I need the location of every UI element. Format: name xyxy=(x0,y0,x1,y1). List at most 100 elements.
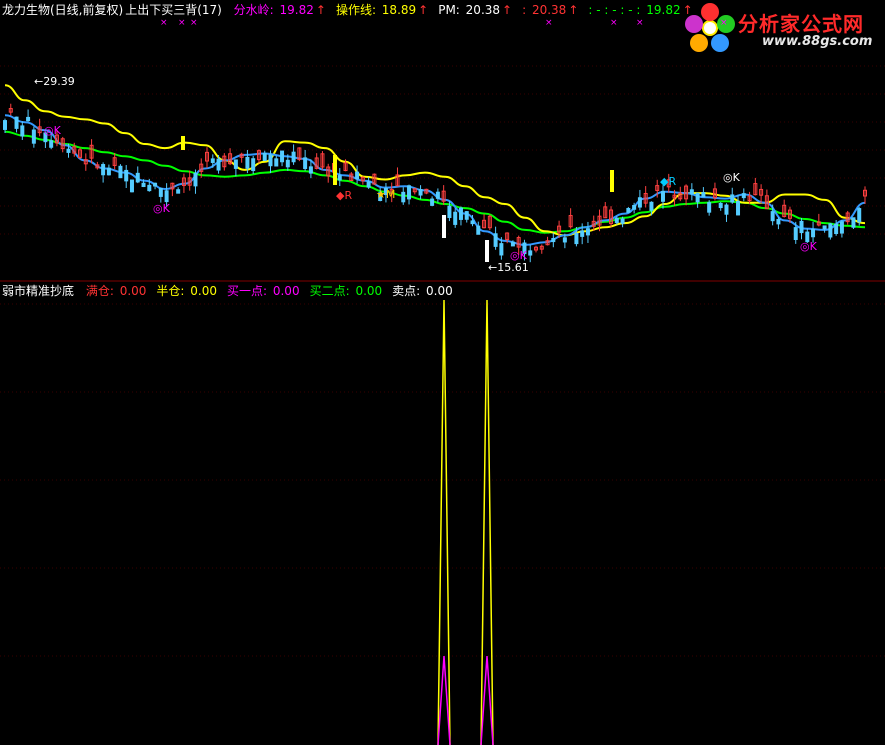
candle-body xyxy=(453,211,458,225)
candle-body xyxy=(551,238,556,243)
candle-body xyxy=(776,218,781,225)
candle-body xyxy=(637,197,642,208)
candle-body xyxy=(493,233,498,247)
candle-body xyxy=(233,159,238,169)
candle-body xyxy=(210,158,215,163)
candle-body xyxy=(176,189,181,194)
candle-body xyxy=(857,208,862,223)
candle-body xyxy=(620,218,625,224)
candle-body xyxy=(828,223,833,238)
candle-body xyxy=(562,237,567,243)
candle-body xyxy=(274,158,279,167)
candle-body xyxy=(262,152,267,162)
candle-body xyxy=(216,158,221,171)
signal-k-label: ◎K xyxy=(800,240,818,253)
signal-k-label: ◎K xyxy=(153,202,171,215)
candle-body xyxy=(101,164,106,176)
candle-body xyxy=(707,202,712,213)
candle-body xyxy=(660,190,665,202)
candle-body xyxy=(268,154,273,167)
series-line-操作线 xyxy=(4,84,866,237)
indicator-spike-半仓 xyxy=(480,299,494,745)
signal-r-label: ◆R xyxy=(660,175,676,188)
candle-body xyxy=(822,225,827,230)
top-marker-x: × xyxy=(720,18,728,28)
candle-body xyxy=(851,217,856,228)
candle-body xyxy=(574,233,579,245)
candle-body xyxy=(280,150,285,163)
candle-body xyxy=(118,165,123,179)
candle-body xyxy=(435,191,440,199)
candle-body xyxy=(447,205,452,219)
candle-body xyxy=(31,129,36,144)
candle-body xyxy=(129,179,134,193)
candle-body xyxy=(458,207,463,220)
candle-body xyxy=(14,116,19,129)
candle-body xyxy=(470,220,475,225)
candle-body xyxy=(141,182,146,188)
candle-body xyxy=(106,167,111,176)
top-marker-x: × xyxy=(636,18,644,28)
signal-bar xyxy=(610,170,614,192)
candle-body xyxy=(193,172,198,187)
indicator-spike-半仓 xyxy=(437,299,451,745)
candle-body xyxy=(147,184,152,192)
candle-body xyxy=(153,182,158,187)
signal-r-label: ◆R xyxy=(336,189,352,202)
top-marker-x: × xyxy=(160,18,168,28)
candle-body xyxy=(366,181,371,188)
candle-body xyxy=(730,194,735,203)
candle-body xyxy=(337,175,342,181)
candle-body xyxy=(407,185,412,200)
low-price-label: ←15.61 xyxy=(488,261,529,274)
signal-bar xyxy=(442,215,446,238)
candle-body xyxy=(834,223,839,234)
candle-body xyxy=(401,191,406,203)
candle-body xyxy=(632,204,637,210)
candle-body xyxy=(464,211,469,220)
indicator-spike-买一点 xyxy=(437,655,451,745)
candle-body xyxy=(528,250,533,256)
candle-body xyxy=(26,116,31,122)
candle-body xyxy=(20,125,25,137)
candle-body xyxy=(585,228,590,236)
candle-body xyxy=(3,120,7,130)
chart-canvas: ←29.39←15.61◎K◎K◎K◎K◎K◆R◆R★M× × × × × × × xyxy=(0,18,885,745)
top-marker-x: × xyxy=(610,18,618,28)
candle-body xyxy=(741,193,746,199)
candle-body xyxy=(135,172,140,183)
candle-body xyxy=(839,221,844,234)
indicator-spike-买一点 xyxy=(480,655,494,745)
candle-body xyxy=(355,171,360,180)
top-marker-x: × xyxy=(178,18,186,28)
candle-body xyxy=(718,202,723,209)
candle-body xyxy=(49,140,54,148)
candle-body xyxy=(770,211,775,222)
signal-bar xyxy=(485,240,489,262)
candle-body xyxy=(476,225,481,235)
candle-body xyxy=(580,230,585,237)
top-marker-x: × xyxy=(545,18,553,28)
candle-body xyxy=(418,189,423,196)
candle-body xyxy=(308,166,313,174)
high-price-label: ←29.39 xyxy=(34,75,75,88)
candle-body xyxy=(614,217,619,224)
candle-body xyxy=(285,159,290,168)
candle-body xyxy=(793,227,798,241)
signal-bar xyxy=(181,136,185,150)
candle-body xyxy=(510,241,515,247)
signal-m-label: ★M xyxy=(376,188,395,201)
candle-body xyxy=(164,190,169,203)
signal-bar xyxy=(333,155,337,185)
candle-body xyxy=(66,148,71,153)
candle-body xyxy=(291,151,296,163)
candle-body xyxy=(124,169,129,182)
candle-body xyxy=(736,201,741,216)
candle-body xyxy=(695,192,700,203)
top-marker-x: × xyxy=(190,18,198,28)
candle-body xyxy=(724,204,729,215)
candle-body xyxy=(799,220,804,234)
candle-body xyxy=(245,156,250,169)
candle-body xyxy=(649,201,654,211)
candle-body xyxy=(303,157,308,169)
